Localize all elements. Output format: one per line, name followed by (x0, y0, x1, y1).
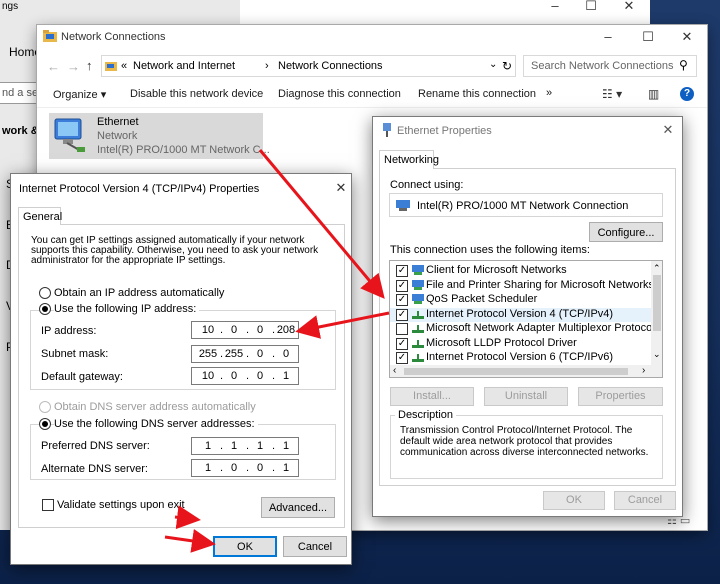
tab-networking-label: Networking (384, 154, 440, 166)
tab-general-label: General (23, 211, 63, 223)
arrow-ipv4-to-ip-field (295, 311, 390, 339)
arrow-to-ok (164, 528, 216, 553)
arrow-adapter-to-properties (258, 149, 385, 299)
tab-networking[interactable]: Networking (379, 150, 439, 169)
annotation-arrows (164, 149, 390, 553)
arrow-to-validate (174, 505, 201, 530)
tab-general[interactable]: General (18, 207, 63, 225)
